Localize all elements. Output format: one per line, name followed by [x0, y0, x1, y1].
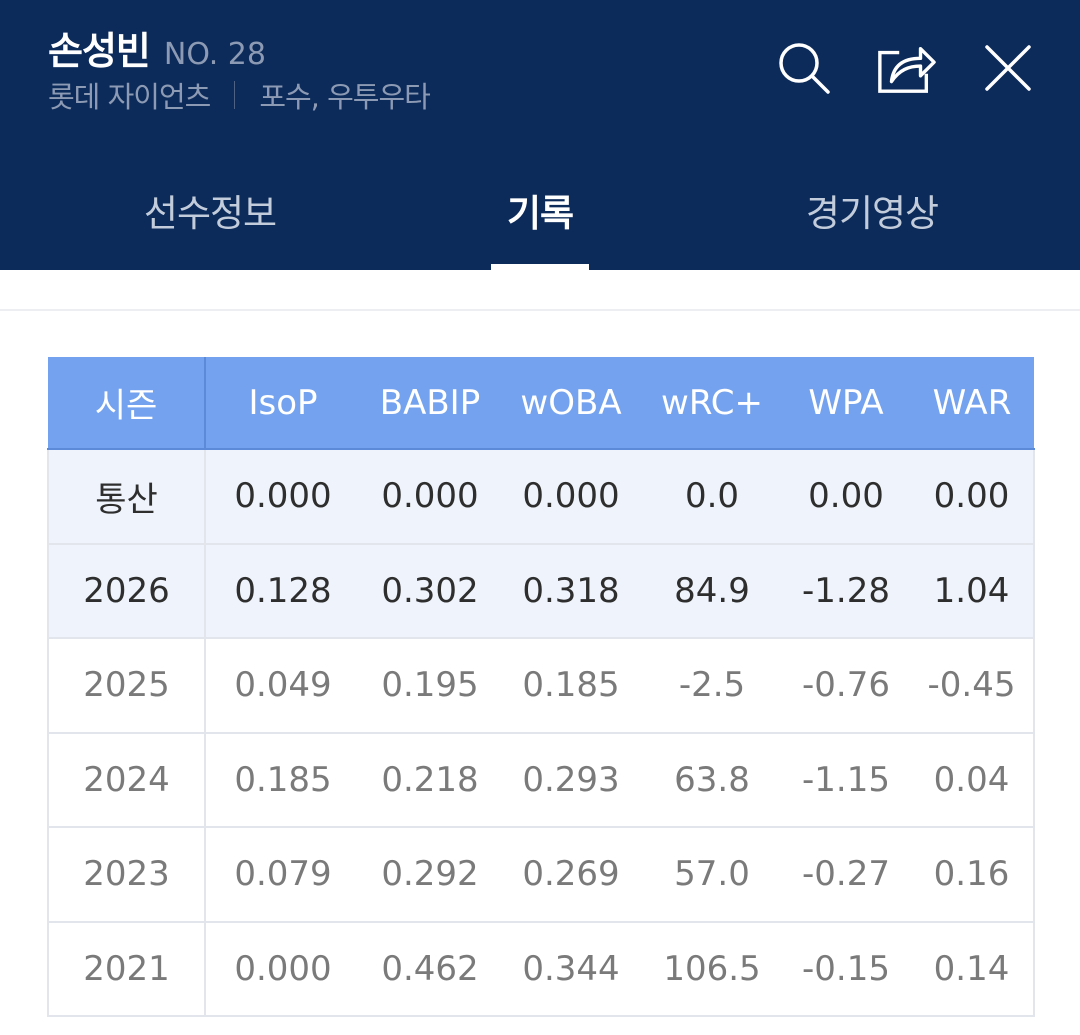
table-cell-season: 2021	[47, 921, 206, 1017]
table-cell-season: 2024	[47, 732, 206, 828]
table-cell: 0.14	[910, 921, 1035, 1017]
table-cell: 0.079	[205, 827, 360, 923]
table-cell: -0.27	[782, 827, 910, 923]
tab-game-video[interactable]: 경기영상	[722, 150, 1022, 270]
table-row: 2026 0.128 0.302 0.318 84.9 -1.28 1.04	[47, 543, 1035, 639]
table-cell-season: 2025	[47, 638, 206, 734]
search-icon[interactable]	[774, 38, 834, 98]
table-cell: 0.218	[360, 732, 500, 828]
table-cell: 0.269	[500, 827, 642, 923]
table-cell: -2.5	[642, 638, 782, 734]
table-cell: 0.128	[205, 543, 360, 639]
table-cell: 0.185	[205, 732, 360, 828]
table-cell: 0.049	[205, 638, 360, 734]
stats-table: 시즌 IsoP BABIP wOBA wRC+ WPA WAR 통산 0.000…	[47, 357, 1035, 1017]
table-cell: 0.292	[360, 827, 500, 923]
table-cell: -1.15	[782, 732, 910, 828]
table-cell: 0.00	[910, 449, 1035, 545]
tab-records[interactable]: 기록	[390, 150, 690, 270]
tab-player-info[interactable]: 선수정보	[60, 150, 360, 270]
separator	[234, 81, 236, 109]
table-cell: 0.0	[642, 449, 782, 545]
tab-bar: 선수정보 기록 경기영상	[0, 150, 1080, 270]
table-cell: 0.185	[500, 638, 642, 734]
table-cell: 57.0	[642, 827, 782, 923]
player-position: 포수, 우투우타	[259, 80, 431, 114]
table-cell: 0.195	[360, 638, 500, 734]
table-row: 2025 0.049 0.195 0.185 -2.5 -0.76 -0.45	[47, 638, 1035, 734]
player-title-row: 손성빈 NO. 28	[48, 20, 266, 75]
table-cell: 0.04	[910, 732, 1035, 828]
close-icon[interactable]	[978, 38, 1038, 98]
table-cell: 0.000	[500, 449, 642, 545]
player-number: NO. 28	[163, 37, 266, 72]
share-icon[interactable]	[876, 38, 936, 98]
table-cell: 0.16	[910, 827, 1035, 923]
table-cell: 0.462	[360, 921, 500, 1017]
table-cell: -1.28	[782, 543, 910, 639]
table-cell-season: 2026	[47, 543, 206, 639]
table-cell: 84.9	[642, 543, 782, 639]
column-header-wpa: WPA	[782, 357, 910, 450]
table-cell: 0.000	[205, 921, 360, 1017]
divider	[0, 309, 1080, 311]
table-cell-season: 2023	[47, 827, 206, 923]
table-header-row: 시즌 IsoP BABIP wOBA wRC+ WPA WAR	[48, 357, 1034, 450]
table-cell: 0.00	[782, 449, 910, 545]
player-header: 손성빈 NO. 28 롯데 자이언츠 포수, 우투우타 선수정보 기록 경기영상	[0, 0, 1080, 270]
table-cell: -0.15	[782, 921, 910, 1017]
table-cell: -0.76	[782, 638, 910, 734]
table-cell-season: 통산	[47, 449, 206, 545]
player-team: 롯데 자이언츠	[48, 80, 211, 114]
player-name: 손성빈	[48, 29, 151, 73]
column-header-war: WAR	[910, 357, 1034, 450]
column-header-isop: IsoP	[205, 357, 360, 450]
table-cell: 1.04	[910, 543, 1035, 639]
table-cell: 0.344	[500, 921, 642, 1017]
table-cell: -0.45	[910, 638, 1035, 734]
table-cell: 106.5	[642, 921, 782, 1017]
table-cell: 0.000	[205, 449, 360, 545]
table-row: 2023 0.079 0.292 0.269 57.0 -0.27 0.16	[47, 827, 1035, 923]
table-row: 통산 0.000 0.000 0.000 0.0 0.00 0.00	[47, 449, 1035, 545]
table-cell: 0.000	[360, 449, 500, 545]
column-header-season: 시즌	[48, 357, 206, 450]
column-header-babip: BABIP	[360, 357, 500, 450]
column-header-woba: wOBA	[500, 357, 642, 450]
table-row: 2021 0.000 0.462 0.344 106.5 -0.15 0.14	[47, 921, 1035, 1017]
table-row: 2024 0.185 0.218 0.293 63.8 -1.15 0.04	[47, 732, 1035, 828]
column-header-wrc-plus: wRC+	[642, 357, 782, 450]
table-cell: 0.318	[500, 543, 642, 639]
active-tab-indicator	[491, 264, 589, 270]
player-subinfo: 롯데 자이언츠 포수, 우투우타	[48, 74, 431, 116]
table-cell: 0.302	[360, 543, 500, 639]
table-cell: 0.293	[500, 732, 642, 828]
table-cell: 63.8	[642, 732, 782, 828]
